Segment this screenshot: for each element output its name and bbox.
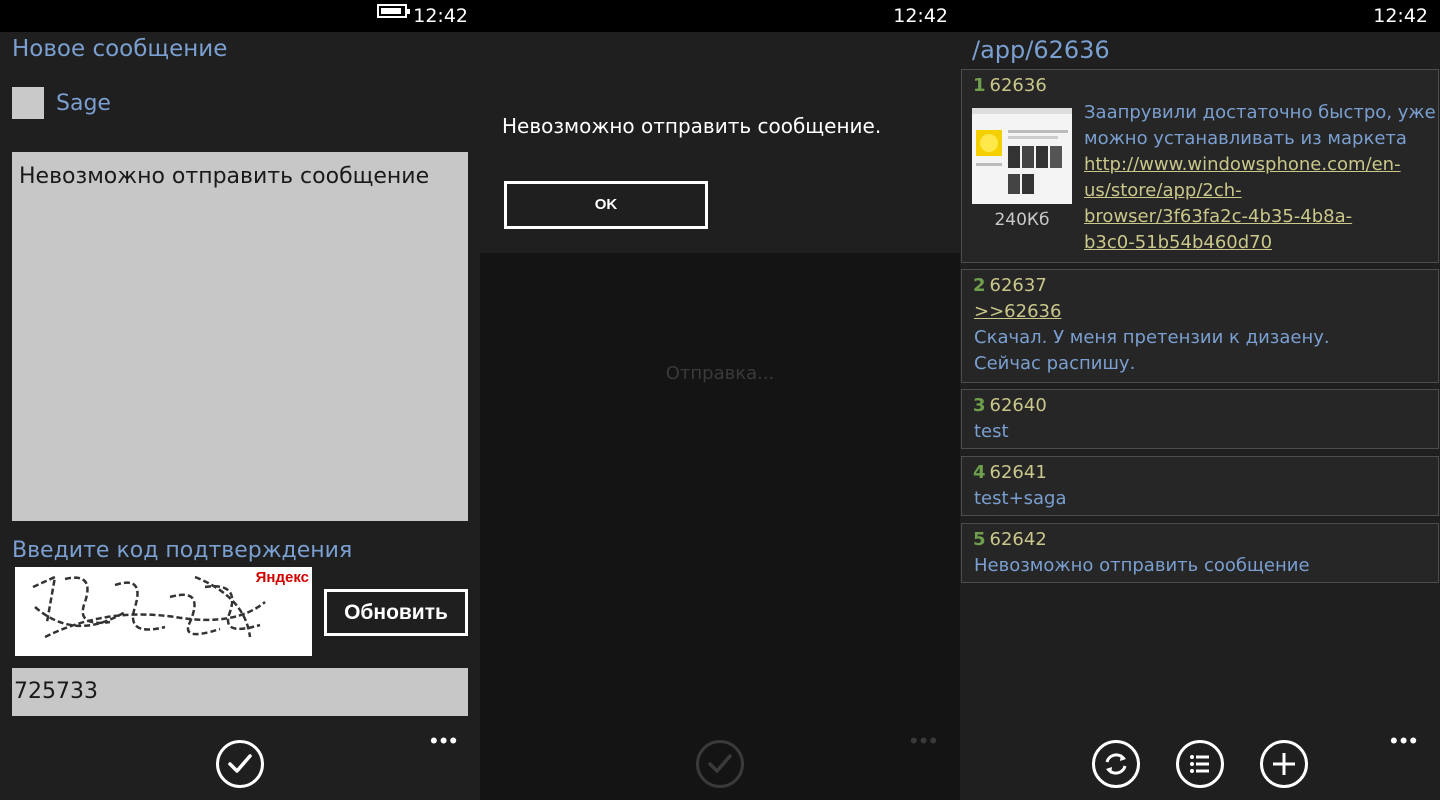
sage-label: Sage	[56, 91, 111, 116]
check-icon	[228, 754, 252, 773]
new-post-button[interactable]	[1260, 740, 1308, 788]
post-header: 1 62636	[973, 75, 1047, 96]
send-button[interactable]	[216, 740, 264, 788]
status-bar: 12:42	[480, 0, 960, 32]
post-item[interactable]: 4 62641 test+saga	[961, 456, 1439, 516]
captcha-image: Яндекс	[15, 567, 312, 656]
post-header: 5 62642	[973, 529, 1047, 550]
compose-panel: 12:42 Новое сообщение Sage Невозможно от…	[0, 0, 480, 800]
captcha-label: Введите код подтверждения	[12, 538, 353, 563]
message-input[interactable]: Невозможно отправить сообщение	[12, 152, 468, 521]
post-header: 4 62641	[973, 462, 1047, 483]
post-item[interactable]: 5 62642 Невозможно отправить сообщение	[961, 523, 1439, 583]
thread-panel: 12:42 /app/62636 1 62636 240Кб Заапрувил…	[960, 0, 1440, 800]
post-link[interactable]: browser/3f63fa2c-4b35-4b8a-	[1084, 204, 1436, 230]
post-body: Невозможно отправить сообщение	[974, 555, 1310, 576]
post-link[interactable]: http://www.windowsphone.com/en-	[1084, 152, 1436, 178]
post-body: Заапрувили достаточно быстро, уже можно …	[1084, 100, 1436, 256]
post-body: >>62636 Скачал. У меня претензии к дизае…	[974, 299, 1330, 374]
error-dialog: Невозможно отправить сообщение. OK	[480, 32, 960, 253]
page-title: Новое сообщение	[12, 36, 228, 62]
list-icon	[1190, 755, 1209, 773]
ok-button[interactable]: OK	[504, 181, 708, 229]
post-link[interactable]: us/store/app/2ch-	[1084, 178, 1436, 204]
sending-status: Отправка...	[665, 363, 775, 384]
status-time: 12:42	[893, 5, 948, 27]
more-menu-button[interactable]: •••	[430, 728, 459, 754]
captcha-brand: Яндекс	[255, 569, 309, 586]
status-time: 12:42	[413, 5, 468, 27]
status-time: 12:42	[1373, 5, 1428, 27]
dialog-panel: 12:42 Невозможно отправить сообщение. OK…	[480, 0, 960, 800]
battery-icon	[377, 4, 410, 18]
more-menu-button: •••	[910, 728, 940, 753]
post-item[interactable]: 2 62637 >>62636 Скачал. У меня претензии …	[961, 269, 1439, 383]
reply-link[interactable]: >>62636	[974, 299, 1330, 325]
post-header: 2 62637	[973, 275, 1047, 296]
image-size: 240Кб	[994, 210, 1050, 230]
sage-checkbox[interactable]	[12, 87, 44, 119]
thread-title: /app/62636	[972, 36, 1110, 64]
refresh-icon	[1105, 753, 1127, 775]
post-body: test+saga	[974, 488, 1067, 509]
post-link[interactable]: b3c0-51b54b460d70	[1084, 230, 1436, 256]
post-item[interactable]: 1 62636 240Кб Заапрувили достаточно быстр…	[961, 69, 1439, 263]
status-bar: 12:42	[0, 0, 480, 32]
captcha-code-input[interactable]: 725733	[12, 668, 468, 716]
refresh-captcha-button[interactable]: Обновить	[324, 589, 468, 636]
add-icon	[1273, 753, 1295, 775]
post-item[interactable]: 3 62640 test	[961, 389, 1439, 449]
refresh-button[interactable]	[1092, 740, 1140, 788]
post-body: test	[974, 421, 1009, 442]
send-button-disabled	[696, 740, 744, 788]
threads-list-button[interactable]	[1176, 740, 1224, 788]
dialog-message: Невозможно отправить сообщение.	[502, 114, 882, 138]
check-icon	[708, 754, 732, 773]
status-bar: 12:42	[960, 0, 1440, 32]
post-thumbnail[interactable]	[972, 108, 1072, 204]
more-menu-button[interactable]: •••	[1390, 728, 1419, 754]
post-header: 3 62640	[973, 395, 1047, 416]
